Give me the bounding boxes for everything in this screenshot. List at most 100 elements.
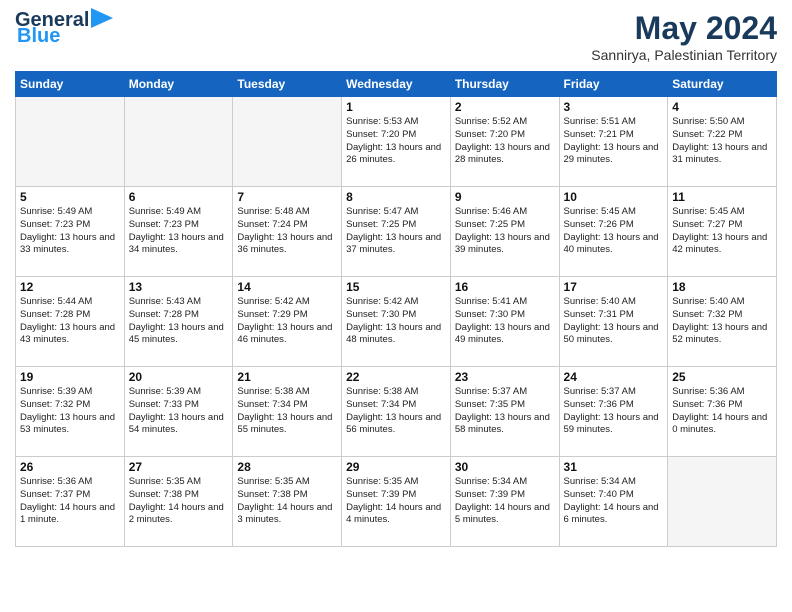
month-year-title: May 2024 (591, 10, 777, 47)
cell-sun-info: Sunrise: 5:38 AMSunset: 7:34 PMDaylight:… (346, 386, 446, 437)
day-of-week-monday: Monday (124, 72, 233, 97)
calendar-cell: 10 Sunrise: 5:45 AMSunset: 7:26 PMDayligh… (559, 187, 668, 277)
cell-sun-info: Sunrise: 5:47 AMSunset: 7:25 PMDaylight:… (346, 206, 446, 257)
calendar-cell: 19Sunrise: 5:39 AMSunset: 7:32 PMDayligh… (16, 367, 125, 457)
calendar-week-row: 12 Sunrise: 5:44 AMSunset: 7:28 PMDayligh… (16, 277, 777, 367)
day-number: 1 (346, 100, 446, 114)
calendar-cell: 24 Sunrise: 5:37 AMSunset: 7:36 PMDayligh… (559, 367, 668, 457)
calendar-cell: 3 Sunrise: 5:51 AMSunset: 7:21 PMDaylight… (559, 97, 668, 187)
cell-sun-info: Sunrise: 5:40 AMSunset: 7:32 PMDaylight:… (672, 296, 772, 347)
day-number: 8 (346, 190, 446, 204)
calendar-cell: 23 Sunrise: 5:37 AMSunset: 7:35 PMDayligh… (450, 367, 559, 457)
calendar-cell (124, 97, 233, 187)
calendar-cell: 12 Sunrise: 5:44 AMSunset: 7:28 PMDayligh… (16, 277, 125, 367)
day-number: 28 (237, 460, 337, 474)
calendar-cell: 28 Sunrise: 5:35 AMSunset: 7:38 PMDayligh… (233, 457, 342, 547)
calendar-cell (233, 97, 342, 187)
cell-sun-info: Sunrise: 5:34 AMSunset: 7:39 PMDaylight:… (455, 476, 555, 527)
calendar-table: SundayMondayTuesdayWednesdayThursdayFrid… (15, 71, 777, 547)
calendar-cell: 1 Sunrise: 5:53 AMSunset: 7:20 PMDaylight… (342, 97, 451, 187)
day-number: 29 (346, 460, 446, 474)
calendar-cell: 25Sunrise: 5:36 AMSunset: 7:36 PMDayligh… (668, 367, 777, 457)
day-number: 26 (20, 460, 120, 474)
calendar-cell: 14 Sunrise: 5:42 AMSunset: 7:29 PMDayligh… (233, 277, 342, 367)
calendar-cell: 15Sunrise: 5:42 AMSunset: 7:30 PMDayligh… (342, 277, 451, 367)
cell-sun-info: Sunrise: 5:46 AMSunset: 7:25 PMDaylight:… (455, 206, 555, 257)
cell-sun-info: Sunrise: 5:39 AMSunset: 7:33 PMDaylight:… (129, 386, 229, 437)
day-number: 6 (129, 190, 229, 204)
day-number: 23 (455, 370, 555, 384)
day-number: 14 (237, 280, 337, 294)
day-number: 24 (564, 370, 664, 384)
cell-sun-info: Sunrise: 5:36 AMSunset: 7:37 PMDaylight:… (20, 476, 120, 527)
calendar-cell: 21Sunrise: 5:38 AMSunset: 7:34 PMDayligh… (233, 367, 342, 457)
calendar-cell: 16Sunrise: 5:41 AMSunset: 7:30 PMDayligh… (450, 277, 559, 367)
cell-sun-info: Sunrise: 5:53 AMSunset: 7:20 PMDaylight:… (346, 116, 446, 167)
day-of-week-sunday: Sunday (16, 72, 125, 97)
calendar-week-row: 5 Sunrise: 5:49 AMSunset: 7:23 PMDaylight… (16, 187, 777, 277)
cell-sun-info: Sunrise: 5:41 AMSunset: 7:30 PMDaylight:… (455, 296, 555, 347)
calendar-cell: 8 Sunrise: 5:47 AMSunset: 7:25 PMDaylight… (342, 187, 451, 277)
calendar-cell: 4 Sunrise: 5:50 AMSunset: 7:22 PMDaylight… (668, 97, 777, 187)
day-number: 10 (564, 190, 664, 204)
calendar-week-row: 1 Sunrise: 5:53 AMSunset: 7:20 PMDaylight… (16, 97, 777, 187)
day-number: 12 (20, 280, 120, 294)
calendar-week-row: 26 Sunrise: 5:36 AMSunset: 7:37 PMDayligh… (16, 457, 777, 547)
day-number: 5 (20, 190, 120, 204)
location-subtitle: Sannirya, Palestinian Territory (591, 47, 777, 63)
cell-sun-info: Sunrise: 5:49 AMSunset: 7:23 PMDaylight:… (20, 206, 120, 257)
calendar-cell: 2 Sunrise: 5:52 AMSunset: 7:20 PMDaylight… (450, 97, 559, 187)
calendar-cell: 13Sunrise: 5:43 AMSunset: 7:28 PMDayligh… (124, 277, 233, 367)
cell-sun-info: Sunrise: 5:51 AMSunset: 7:21 PMDaylight:… (564, 116, 664, 167)
cell-sun-info: Sunrise: 5:42 AMSunset: 7:30 PMDaylight:… (346, 296, 446, 347)
day-number: 19 (20, 370, 120, 384)
calendar-cell: 18 Sunrise: 5:40 AMSunset: 7:32 PMDayligh… (668, 277, 777, 367)
day-number: 22 (346, 370, 446, 384)
day-number: 18 (672, 280, 772, 294)
logo: General Blue (15, 10, 113, 47)
calendar-cell: 6 Sunrise: 5:49 AMSunset: 7:23 PMDaylight… (124, 187, 233, 277)
title-block: May 2024 Sannirya, Palestinian Territory (591, 10, 777, 63)
calendar-cell: 11 Sunrise: 5:45 AMSunset: 7:27 PMDayligh… (668, 187, 777, 277)
cell-sun-info: Sunrise: 5:42 AMSunset: 7:29 PMDaylight:… (237, 296, 337, 347)
cell-sun-info: Sunrise: 5:52 AMSunset: 7:20 PMDaylight:… (455, 116, 555, 167)
calendar-cell: 9 Sunrise: 5:46 AMSunset: 7:25 PMDaylight… (450, 187, 559, 277)
day-number: 3 (564, 100, 664, 114)
cell-sun-info: Sunrise: 5:45 AMSunset: 7:27 PMDaylight:… (672, 206, 772, 257)
day-of-week-wednesday: Wednesday (342, 72, 451, 97)
cell-sun-info: Sunrise: 5:36 AMSunset: 7:36 PMDaylight:… (672, 386, 772, 437)
day-of-week-saturday: Saturday (668, 72, 777, 97)
calendar-week-row: 19Sunrise: 5:39 AMSunset: 7:32 PMDayligh… (16, 367, 777, 457)
cell-sun-info: Sunrise: 5:37 AMSunset: 7:35 PMDaylight:… (455, 386, 555, 437)
day-number: 30 (455, 460, 555, 474)
calendar-cell: 5 Sunrise: 5:49 AMSunset: 7:23 PMDaylight… (16, 187, 125, 277)
cell-sun-info: Sunrise: 5:34 AMSunset: 7:40 PMDaylight:… (564, 476, 664, 527)
cell-sun-info: Sunrise: 5:48 AMSunset: 7:24 PMDaylight:… (237, 206, 337, 257)
day-number: 4 (672, 100, 772, 114)
calendar-cell: 29 Sunrise: 5:35 AMSunset: 7:39 PMDayligh… (342, 457, 451, 547)
cell-sun-info: Sunrise: 5:45 AMSunset: 7:26 PMDaylight:… (564, 206, 664, 257)
calendar-cell: 22 Sunrise: 5:38 AMSunset: 7:34 PMDayligh… (342, 367, 451, 457)
day-number: 27 (129, 460, 229, 474)
cell-sun-info: Sunrise: 5:44 AMSunset: 7:28 PMDaylight:… (20, 296, 120, 347)
cell-sun-info: Sunrise: 5:35 AMSunset: 7:39 PMDaylight:… (346, 476, 446, 527)
cell-sun-info: Sunrise: 5:35 AMSunset: 7:38 PMDaylight:… (237, 476, 337, 527)
cell-sun-info: Sunrise: 5:43 AMSunset: 7:28 PMDaylight:… (129, 296, 229, 347)
cell-sun-info: Sunrise: 5:35 AMSunset: 7:38 PMDaylight:… (129, 476, 229, 527)
cell-sun-info: Sunrise: 5:49 AMSunset: 7:23 PMDaylight:… (129, 206, 229, 257)
calendar-cell: 20 Sunrise: 5:39 AMSunset: 7:33 PMDayligh… (124, 367, 233, 457)
calendar-cell: 26 Sunrise: 5:36 AMSunset: 7:37 PMDayligh… (16, 457, 125, 547)
logo-blue-text: Blue (17, 25, 60, 47)
cell-sun-info: Sunrise: 5:37 AMSunset: 7:36 PMDaylight:… (564, 386, 664, 437)
day-number: 9 (455, 190, 555, 204)
day-of-week-thursday: Thursday (450, 72, 559, 97)
day-of-week-tuesday: Tuesday (233, 72, 342, 97)
calendar-cell: 30 Sunrise: 5:34 AMSunset: 7:39 PMDayligh… (450, 457, 559, 547)
cell-sun-info: Sunrise: 5:50 AMSunset: 7:22 PMDaylight:… (672, 116, 772, 167)
page-header: General Blue May 2024 Sannirya, Palestin… (15, 10, 777, 63)
day-number: 2 (455, 100, 555, 114)
day-number: 20 (129, 370, 229, 384)
calendar-cell: 31Sunrise: 5:34 AMSunset: 7:40 PMDayligh… (559, 457, 668, 547)
day-number: 11 (672, 190, 772, 204)
cell-sun-info: Sunrise: 5:38 AMSunset: 7:34 PMDaylight:… (237, 386, 337, 437)
